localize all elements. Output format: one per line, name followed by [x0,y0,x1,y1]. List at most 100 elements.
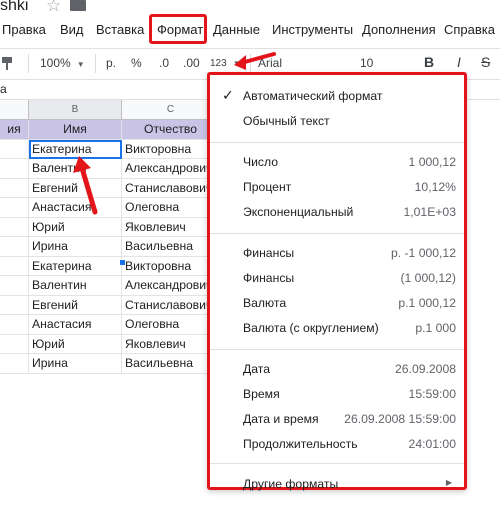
cell-patronymic[interactable]: Яковлевич [122,217,220,237]
cell-patronymic[interactable]: Олеговна [122,315,220,335]
menu-data[interactable]: Данные [213,22,260,37]
menu-help[interactable]: Справка [444,22,495,37]
check-icon: ✓ [222,87,234,103]
zoom-value: 100% [40,56,71,70]
format-menu-item-label: Автоматический формат [243,89,383,103]
menu-tools[interactable]: Инструменты [272,22,353,37]
header-cell-patronymic[interactable]: Отчество [122,120,220,140]
cell-patronymic[interactable]: Яковлевич [122,334,220,354]
format-menu-item[interactable]: Экспоненциальный 1,01E+03 [210,201,464,225]
cell-a[interactable] [0,334,29,354]
table-row: Евгений Станиславович [0,295,220,315]
table-row: Ирина Васильевна [0,354,220,374]
format-menu-item[interactable]: Дата 26.09.2008 [210,358,464,382]
cell-a[interactable] [0,217,29,237]
cell-a[interactable] [0,139,29,159]
submenu-arrow-icon: ▶ [445,478,452,487]
cell-a[interactable] [0,159,29,179]
percent-format-button[interactable]: % [131,56,142,70]
cell-name[interactable]: Валентин [29,276,122,296]
cell-name[interactable]: Юрий [29,217,122,237]
cell-name[interactable]: Екатерина [29,256,122,276]
number-format-menu: ✓ Автоматический формат Обычный текст Число… [207,72,467,491]
cell-patronymic[interactable]: Александрович [122,276,220,296]
format-menu-item-label: Финансы [243,246,295,260]
table-row: Екатерина Викторовна [0,256,220,276]
cell-name[interactable]: Анастасия [29,198,122,218]
toolbar-divider [95,54,96,73]
cell-patronymic[interactable]: Викторовна [122,256,220,276]
format-menu-item[interactable]: Валюта р.1 000,12 [210,292,464,316]
cell-name[interactable]: Ирина [29,354,122,374]
cell-patronymic[interactable]: Викторовна [122,139,220,159]
cell-a[interactable] [0,237,29,257]
cell-name[interactable]: Юрий [29,334,122,354]
header-cell-a[interactable]: ия [0,120,29,140]
menu-addons[interactable]: Дополнения [362,22,436,37]
cell-a[interactable] [0,354,29,374]
format-menu-item[interactable]: Дата и время 26.09.2008 15:59:00 [210,408,464,432]
format-menu-item-example: 26.09.2008 15:59:00 [344,412,456,426]
italic-button[interactable]: I [457,54,461,70]
cell-a[interactable] [0,198,29,218]
cell-reference[interactable]: a [0,82,7,96]
format-menu-item[interactable]: Обычный текст [210,110,464,134]
star-icon[interactable]: ☆ [46,0,61,16]
table-row: Валентин Александрович [0,159,220,179]
document-title[interactable]: shki [0,0,28,15]
column-header-b[interactable]: B [29,100,122,119]
format-menu-item[interactable]: Финансы (1 000,12) [210,267,464,291]
selection-fill-handle[interactable] [119,259,126,266]
column-header-a[interactable] [0,100,29,119]
more-formats-button[interactable]: 123 ▼ [210,58,241,69]
cell-name[interactable]: Валентин [29,159,122,179]
decrease-decimal-button[interactable]: .0 [159,56,169,70]
font-select[interactable]: Arial [258,56,282,70]
format-menu-item[interactable]: Продолжительность 24:01:00 [210,433,464,457]
cell-patronymic[interactable]: Васильевна [122,354,220,374]
cell-name[interactable]: Евгений [29,295,122,315]
menu-insert[interactable]: Вставка [96,22,144,37]
cell-patronymic[interactable]: Васильевна [122,237,220,257]
title-row: shki ☆ [0,0,500,16]
cell-a[interactable] [0,256,29,276]
paint-format-icon[interactable] [2,57,12,70]
cell-a[interactable] [0,178,29,198]
cell-a[interactable] [0,315,29,335]
column-header-c[interactable]: C [122,100,220,119]
format-menu-item[interactable]: Процент 10,12% [210,176,464,200]
increase-decimal-button[interactable]: .00 [183,56,200,70]
format-menu-item[interactable]: Число 1 000,12 [210,151,464,175]
cell-patronymic[interactable]: Олеговна [122,198,220,218]
column-header-row: B C [0,100,220,120]
cell-a[interactable] [0,295,29,315]
format-menu-item[interactable]: ✓ Автоматический формат [210,85,464,109]
format-menu-item-example: 1 000,12 [408,155,456,169]
zoom-select[interactable]: 100% ▼ [40,56,85,70]
format-menu-item[interactable]: Финансы р. -1 000,12 [210,242,464,266]
format-menu-item-label: Дата и время [243,412,319,426]
format-menu-item[interactable]: Время 15:59:00 [210,383,464,407]
toolbar-divider [250,54,251,73]
folder-icon[interactable] [70,0,86,11]
font-size-select[interactable]: 10 [360,56,373,70]
bold-button[interactable]: B [424,54,434,70]
format-menu-item-label: Число [243,155,279,169]
cell-name[interactable]: Анастасия [29,315,122,335]
format-menu-item-label: Валюта [243,296,287,310]
cell-patronymic[interactable]: Станиславович [122,295,220,315]
cell-name[interactable]: Екатерина [29,139,122,159]
cell-a[interactable] [0,276,29,296]
strikethrough-button[interactable]: S [481,54,490,70]
cell-name[interactable]: Евгений [29,178,122,198]
cell-patronymic[interactable]: Александрович [122,159,220,179]
format-menu-item[interactable]: Валюта (с округлением) р.1 000 [210,317,464,341]
header-cell-name[interactable]: Имя [29,120,122,140]
table-row: Анастасия Олеговна [0,315,220,335]
menu-view[interactable]: Вид [60,22,84,37]
cell-name[interactable]: Ирина [29,237,122,257]
currency-format-button[interactable]: р. [106,56,116,70]
menu-edit[interactable]: Правка [2,22,46,37]
more-formats-item[interactable]: Другие форматы ▶ [210,473,464,497]
cell-patronymic[interactable]: Станиславович [122,178,220,198]
